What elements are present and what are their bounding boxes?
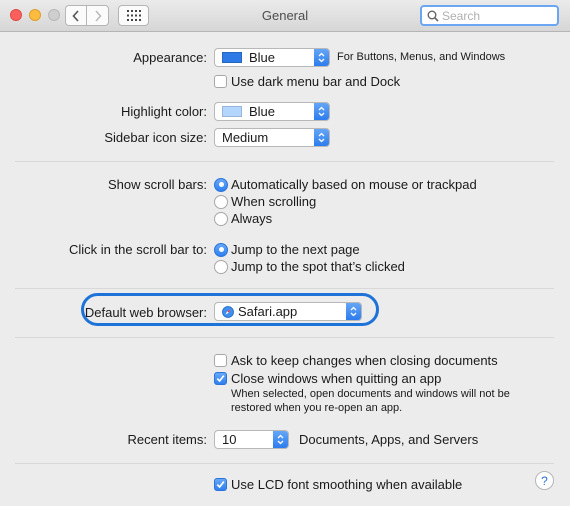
radio-button-selected[interactable]: [214, 177, 228, 192]
checkmark-icon: [216, 481, 225, 489]
search-field[interactable]: [420, 5, 559, 26]
highlight-color-popup[interactable]: Blue: [214, 102, 330, 121]
recent-items-label: Recent items:: [127, 432, 207, 447]
section-divider: [15, 463, 554, 464]
appearance-label: Appearance:: [133, 50, 207, 65]
appearance-note: For Buttons, Menus, and Windows: [337, 51, 506, 63]
scroll-click-label: Click in the scroll bar to:: [69, 242, 207, 257]
default-browser-popup[interactable]: Safari.app: [214, 302, 362, 321]
default-browser-value: Safari.app: [238, 304, 298, 319]
ask-keep-changes-label: Ask to keep changes when closing documen…: [231, 353, 498, 368]
popup-arrows-icon: [314, 129, 329, 146]
section-divider: [15, 161, 554, 162]
scroll-bars-option-always[interactable]: Always: [214, 211, 272, 226]
scroll-click-option-label: Jump to the next page: [231, 242, 360, 257]
sidebar-icon-size-popup[interactable]: Medium: [214, 128, 330, 147]
appearance-value: Blue: [249, 50, 276, 65]
title-bar: General: [0, 0, 570, 32]
scroll-bars-option-label: Always: [231, 211, 273, 226]
appearance-color-swatch: [222, 52, 242, 63]
recent-items-note: Documents, Apps, and Servers: [299, 432, 479, 447]
recent-items-popup[interactable]: 10: [214, 430, 289, 449]
radio-button[interactable]: [214, 211, 228, 226]
ask-keep-changes-row[interactable]: Ask to keep changes when closing documen…: [214, 353, 498, 368]
dark-menu-checkbox-row[interactable]: Use dark menu bar and Dock: [214, 74, 400, 89]
section-divider: [15, 288, 554, 289]
appearance-popup[interactable]: Blue: [214, 48, 330, 67]
lcd-smoothing-row[interactable]: Use LCD font smoothing when available: [214, 477, 462, 492]
popup-arrows-icon: [314, 103, 329, 120]
show-scroll-bars-label: Show scroll bars:: [108, 177, 207, 192]
scroll-bars-option-label: Automatically based on mouse or trackpad: [231, 177, 477, 192]
popup-arrows-icon: [314, 49, 329, 66]
close-windows-help-line-2: restored when you re-open an app.: [231, 402, 403, 414]
dark-menu-checkbox[interactable]: [214, 75, 227, 88]
help-button[interactable]: ?: [535, 471, 554, 490]
highlight-color-label: Highlight color:: [121, 104, 207, 119]
scroll-bars-option-label: When scrolling: [231, 194, 317, 209]
highlight-color-value: Blue: [249, 104, 276, 119]
close-windows-help-line-1: When selected, open documents and window…: [231, 388, 510, 400]
close-windows-label: Close windows when quitting an app: [231, 371, 442, 386]
default-browser-label: Default web browser:: [84, 305, 207, 320]
radio-button-selected[interactable]: [214, 242, 228, 257]
scroll-click-option-label: Jump to the spot that’s clicked: [231, 259, 405, 274]
scroll-click-option-spot[interactable]: Jump to the spot that’s clicked: [214, 259, 405, 274]
lcd-smoothing-checkbox[interactable]: [214, 478, 227, 491]
lcd-smoothing-label: Use LCD font smoothing when available: [231, 477, 463, 492]
close-windows-checkbox[interactable]: [214, 372, 227, 385]
dark-menu-label: Use dark menu bar and Dock: [231, 74, 401, 89]
scroll-bars-option-automatic[interactable]: Automatically based on mouse or trackpad: [214, 177, 477, 192]
search-input[interactable]: [442, 8, 552, 23]
scroll-click-option-next-page[interactable]: Jump to the next page: [214, 242, 360, 257]
radio-button[interactable]: [214, 194, 228, 209]
preferences-window: General Appearance: Blue For Buttons, Me…: [0, 0, 570, 506]
recent-items-value: 10: [222, 432, 237, 447]
ask-keep-changes-checkbox[interactable]: [214, 354, 227, 367]
close-windows-row[interactable]: Close windows when quitting an app: [214, 371, 441, 386]
radio-button[interactable]: [214, 259, 228, 274]
section-divider: [15, 337, 554, 338]
popup-arrows-icon: [346, 303, 361, 320]
popup-arrows-icon: [273, 431, 288, 448]
scroll-bars-option-when-scrolling[interactable]: When scrolling: [214, 194, 316, 209]
safari-compass-icon: [222, 305, 234, 318]
sidebar-icon-size-value: Medium: [222, 130, 269, 145]
checkmark-icon: [216, 375, 225, 383]
sidebar-icon-size-label: Sidebar icon size:: [104, 130, 207, 145]
search-icon: [427, 10, 439, 22]
highlight-color-swatch: [222, 106, 242, 117]
